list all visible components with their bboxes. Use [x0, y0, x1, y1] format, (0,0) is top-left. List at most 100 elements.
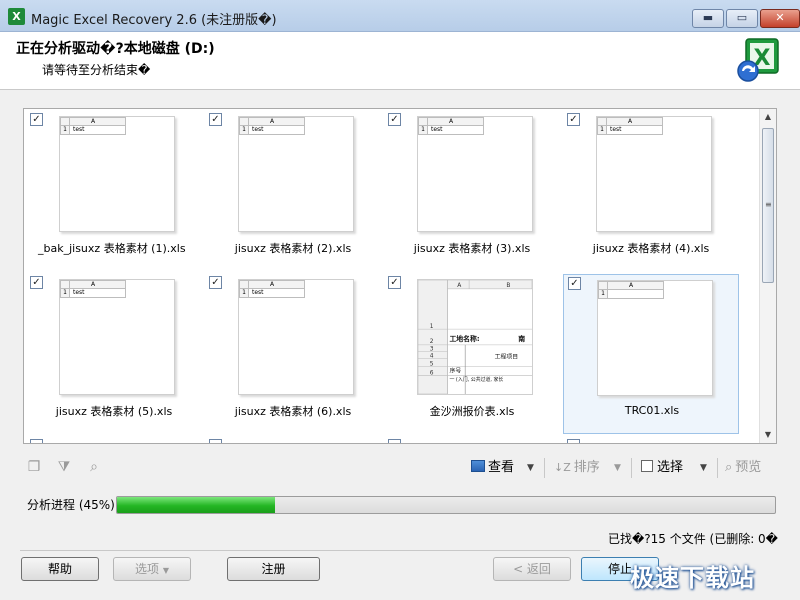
register-button[interactable]: 注册 [227, 557, 320, 581]
view-dropdown-icon[interactable]: ▼ [527, 458, 534, 478]
quote-sheet-preview: A B 1 2 3 4 5 6 工地名称: 南 工程项目 序号 一 (入门, 公… [417, 279, 533, 395]
file-checkbox[interactable]: ✓ [209, 276, 222, 289]
row-number: 4 [430, 354, 434, 360]
maximize-button[interactable]: ▭ [726, 9, 758, 28]
title-bar: X Magic Excel Recovery 2.6 (未注册版�) ▬ ▭ ✕ [0, 0, 800, 32]
file-thumbnail[interactable]: ✓ A 1 test _bak_jisuxz 表格素材 (1).xls [26, 111, 202, 271]
sheet-row: 1 test [597, 126, 663, 135]
file-checkbox[interactable]: ✓ [388, 113, 401, 126]
file-thumbnail[interactable]: ✓ A 1 test jisuxz 表格素材 (5).xls [26, 274, 202, 434]
site-value: 南 [518, 334, 525, 343]
file-thumbnail[interactable]: ✓ A 1 test jisuxz 表格素材 (3).xls [384, 111, 560, 271]
dropdown-icon: ▼ [162, 566, 169, 575]
file-checkbox[interactable]: ✓ [567, 113, 580, 126]
sheet-row: 1 test [239, 126, 305, 135]
row-number: 1 [430, 324, 434, 330]
toolbar-divider [631, 458, 632, 478]
vertical-scrollbar[interactable]: ▲ ≡ ▼ [759, 109, 776, 443]
file-name: jisuxz 表格素材 (6).xls [234, 405, 352, 418]
row-number: 6 [430, 370, 434, 376]
file-checkbox[interactable] [388, 439, 401, 443]
file-checkbox[interactable] [567, 439, 580, 443]
file-thumbnail-selected[interactable]: ✓ A 1 TRC01.xls [563, 274, 739, 434]
wizard-header: 正在分析驱动�?本地磁盘 (D:) 请等待至分析结束� X [0, 32, 800, 90]
sheet-preview: A 1 test [596, 116, 712, 232]
minimize-button[interactable]: ▬ [692, 9, 724, 28]
sheet-row: 1 test [60, 126, 126, 135]
sheet-preview: A 1 test [59, 279, 175, 395]
help-button[interactable]: 帮助 [21, 557, 99, 581]
preview-button[interactable]: ⌕ 预览 [725, 458, 761, 478]
file-thumbnail[interactable] [563, 437, 739, 443]
sheet-preview: A 1 test [59, 116, 175, 232]
sort-dropdown-icon[interactable]: ▼ [614, 458, 621, 478]
sheet-row: 1 test [239, 289, 305, 298]
file-checkbox[interactable]: ✓ [568, 277, 581, 290]
select-dropdown-icon[interactable]: ▼ [700, 458, 707, 478]
checkbox-icon [641, 460, 653, 472]
file-thumbnail[interactable]: ✓ A 1 test jisuxz 表格素材 (2).xls [205, 111, 381, 271]
sheet-preview: A 1 test [238, 116, 354, 232]
column-header: A [60, 280, 126, 289]
scroll-up-icon[interactable]: ▲ [760, 109, 776, 125]
file-name: 金沙洲报价表.xls [429, 405, 515, 418]
file-thumbnail[interactable] [384, 437, 560, 443]
seq-label: 序号 [449, 366, 461, 374]
file-thumbnail[interactable]: ✓ A 1 test jisuxz 表格素材 (4).xls [563, 111, 739, 271]
column-header: A [239, 117, 305, 126]
file-name: TRC01.xls [624, 404, 680, 417]
sheet-preview: A 1 [597, 280, 713, 396]
scroll-down-icon[interactable]: ▼ [760, 427, 776, 443]
content-area: ✓ A 1 test _bak_jisuxz 表格素材 (1).xls ✓ A 1… [0, 90, 800, 600]
sort-button[interactable]: ↓Z 排序 [554, 458, 600, 478]
view-button[interactable]: 查看 [471, 458, 514, 478]
copy-icon[interactable]: ❐ [25, 458, 43, 476]
progress-label: 分析进程 (45%) [27, 498, 115, 512]
file-checkbox[interactable] [30, 439, 43, 443]
file-checkbox[interactable] [209, 439, 222, 443]
window-title: Magic Excel Recovery 2.6 (未注册版�) [31, 13, 277, 28]
search-icon[interactable]: ⌕ [85, 458, 103, 476]
sheet-row: 1 [598, 290, 664, 299]
file-thumbnail[interactable] [205, 437, 381, 443]
col-b-label: B [506, 283, 510, 289]
select-button[interactable]: 选择 [641, 458, 683, 478]
sheet-preview: A 1 test [238, 279, 354, 395]
back-button[interactable]: < 返回 [493, 557, 571, 581]
found-files-status: 已找�?15 个文件 (已删除: 0� [607, 532, 778, 546]
file-checkbox[interactable]: ✓ [30, 113, 43, 126]
progress-fill [117, 497, 275, 513]
column-header: A [597, 117, 663, 126]
close-icon: ✕ [775, 11, 785, 24]
file-checkbox[interactable]: ✓ [209, 113, 222, 126]
grip-icon: ≡ [765, 200, 772, 209]
file-thumbnail[interactable]: ✓ A B 1 2 3 4 5 6 工地名称: 南 工程项目 序号 一 (入门,… [384, 274, 560, 434]
excel-recovery-logo: X [737, 38, 779, 82]
file-checkbox[interactable]: ✓ [388, 276, 401, 289]
grid-toolbar: ❐ ⧩ ⌕ 查看 ▼ ↓Z 排序 ▼ 选择 ▼ ⌕ 预览 [23, 454, 777, 480]
sort-icon: ↓Z [554, 461, 571, 474]
row-number: 5 [430, 362, 434, 368]
scroll-thumb[interactable]: ≡ [762, 128, 774, 283]
app-icon: X [8, 8, 25, 25]
file-name: jisuxz 表格素材 (4).xls [592, 242, 710, 255]
file-checkbox[interactable]: ✓ [30, 276, 43, 289]
minimize-icon: ▬ [702, 11, 714, 24]
preview-icon: ⌕ [725, 460, 733, 475]
sheet-row: 1 test [60, 289, 126, 298]
file-name: jisuxz 表格素材 (2).xls [234, 242, 352, 255]
item-label: 一 (入门, 公共过道, 家长 [449, 376, 503, 383]
sheet-preview: A 1 test [417, 116, 533, 232]
view-icon [471, 460, 485, 472]
filter-icon[interactable]: ⧩ [55, 458, 73, 476]
column-header: A [60, 117, 126, 126]
file-thumbnail[interactable] [26, 437, 202, 443]
project-label: 工程项目 [495, 353, 519, 361]
col-a-label: A [457, 283, 461, 289]
row-number: 2 [430, 339, 434, 345]
toolbar-divider [717, 458, 718, 478]
close-button[interactable]: ✕ [760, 9, 800, 28]
file-thumbnail[interactable]: ✓ A 1 test jisuxz 表格素材 (6).xls [205, 274, 381, 434]
row-number: 3 [430, 347, 434, 353]
options-button[interactable]: 选项 ▼ [113, 557, 191, 581]
